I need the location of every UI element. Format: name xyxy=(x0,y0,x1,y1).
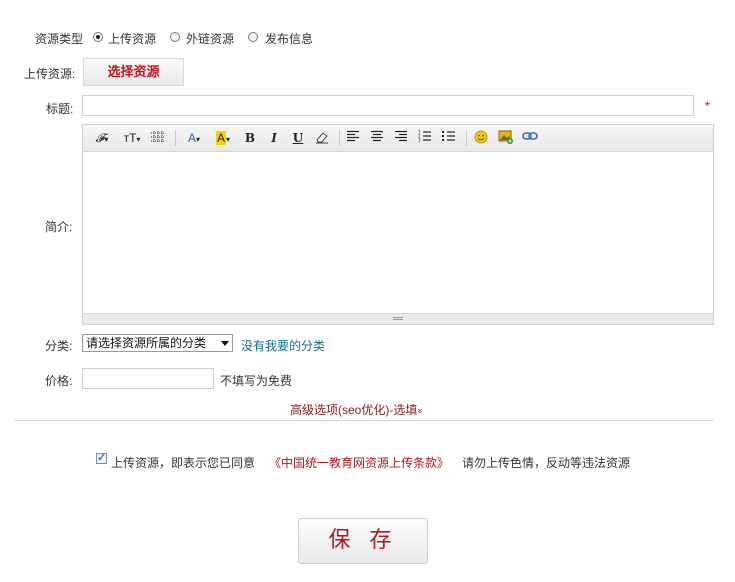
toolbar-divider xyxy=(339,130,340,146)
price-input[interactable] xyxy=(82,368,214,389)
save-button[interactable]: 保 存 xyxy=(298,518,428,564)
radio-label-upload: 上传资源 xyxy=(108,32,157,46)
missing-category-link[interactable]: 没有我要的分类 xyxy=(241,337,325,354)
agree-text: 上传资源，即表示您已同意 xyxy=(111,456,256,470)
underline-button[interactable]: U xyxy=(291,130,305,146)
insert-link-button[interactable] xyxy=(522,130,538,146)
section-divider xyxy=(14,420,714,421)
radio-button-publish[interactable] xyxy=(248,32,258,42)
align-left-button[interactable] xyxy=(346,130,362,146)
align-center-button[interactable] xyxy=(370,130,386,146)
advanced-options-toggle[interactable]: 高级选项(seo优化)-选填» xyxy=(290,401,426,418)
category-select-value: 请选择资源所属的分类 xyxy=(86,336,207,350)
radio-label-external: 外链资源 xyxy=(186,32,235,46)
svg-text:3: 3 xyxy=(418,138,421,143)
required-asterisk: * xyxy=(705,99,710,113)
agree-checkbox[interactable] xyxy=(96,451,107,464)
radio-button-external[interactable] xyxy=(170,32,180,42)
upload-terms-link[interactable]: 《中国统一教育网资源上传条款》 xyxy=(269,454,449,471)
intro-label: 简介: xyxy=(45,220,73,234)
emoticon-button[interactable] xyxy=(474,130,490,146)
font-size-icon: ᴛT xyxy=(123,131,137,145)
table-grid-icon xyxy=(151,131,165,143)
ordered-list-icon: 123 xyxy=(418,130,431,143)
advanced-options-label: 高级选项(seo优化)-选填 xyxy=(290,403,418,417)
align-right-button[interactable] xyxy=(394,130,410,146)
clear-format-button[interactable] xyxy=(314,130,332,146)
insert-image-button[interactable] xyxy=(498,130,514,146)
price-hint: 不填写为免费 xyxy=(220,374,293,388)
italic-button[interactable]: I xyxy=(267,130,281,146)
choose-resource-button[interactable]: 选择资源 xyxy=(83,58,184,86)
unordered-list-icon xyxy=(442,131,455,141)
radio-label-publish: 发布信息 xyxy=(265,32,314,46)
title-input[interactable] xyxy=(82,95,694,116)
eraser-icon xyxy=(316,132,328,144)
font-family-button[interactable]: 𝓕▾ xyxy=(91,130,113,146)
table-button[interactable] xyxy=(150,130,168,146)
title-label: 标题: xyxy=(46,102,74,116)
align-center-icon xyxy=(371,130,383,142)
smiley-icon xyxy=(474,130,488,144)
resize-grip-icon xyxy=(393,317,403,318)
align-left-icon xyxy=(347,130,359,142)
upload-warning-text: 请勿上传色情，反动等违法资源 xyxy=(462,456,631,470)
chevron-down-icon: » xyxy=(415,408,426,414)
font-color-button[interactable]: A▾ xyxy=(183,130,205,146)
align-right-icon xyxy=(395,130,407,142)
upload-resource-label: 上传资源: xyxy=(24,67,76,81)
font-color-icon: A xyxy=(187,131,196,145)
rich-text-editor: 𝓕▾ ᴛT▾ A▾ A▾ B I U 1 2 3 xyxy=(82,124,714,325)
toolbar-divider xyxy=(175,130,176,146)
price-label: 价格: xyxy=(45,374,73,388)
resource-type-label: 资源类型 xyxy=(35,32,84,46)
link-icon xyxy=(522,132,538,140)
editor-toolbar: 𝓕▾ ᴛT▾ A▾ A▾ B I U 1 2 3 xyxy=(83,125,713,152)
ordered-list-button[interactable]: 123 xyxy=(418,130,434,146)
highlight-color-icon: A xyxy=(215,131,226,145)
image-icon xyxy=(498,130,513,144)
font-size-button[interactable]: ᴛT▾ xyxy=(120,130,144,146)
radio-button-upload[interactable] xyxy=(93,32,103,42)
bold-button[interactable]: B xyxy=(243,130,257,146)
unordered-list-button[interactable] xyxy=(442,130,458,146)
editor-resize-handle[interactable] xyxy=(83,313,713,324)
category-label: 分类: xyxy=(45,339,73,353)
category-select[interactable]: 请选择资源所属的分类 xyxy=(82,334,233,352)
chevron-down-icon xyxy=(221,341,229,346)
background-color-button[interactable]: A▾ xyxy=(211,130,235,146)
toolbar-divider xyxy=(466,130,467,146)
